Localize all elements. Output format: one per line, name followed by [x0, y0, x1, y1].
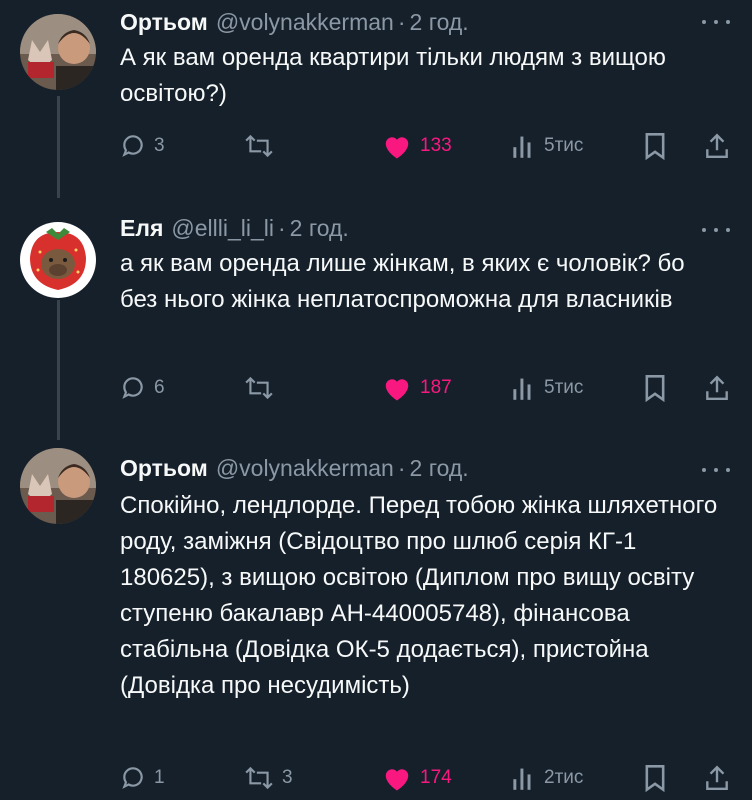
tweet-actions: 3 133 5тис: [120, 128, 732, 164]
reply-icon: [122, 377, 143, 399]
like-count: 174: [420, 767, 452, 788]
separator: ·: [397, 8, 406, 35]
bookmark-button[interactable]: [644, 370, 666, 406]
tweet-text: А як вам оренда квартири тільки людям з …: [120, 44, 666, 107]
heart-icon: [385, 769, 409, 791]
bookmark-button[interactable]: [644, 128, 666, 164]
retweet-count: 3: [282, 767, 293, 788]
reply-icon: [122, 767, 143, 789]
retweet-icon: [245, 376, 273, 400]
separator: ·: [397, 454, 406, 481]
avatar[interactable]: [20, 14, 96, 90]
share-icon: [706, 133, 728, 158]
author-name[interactable]: Ортьом: [120, 455, 208, 482]
views-icon: [513, 378, 531, 400]
reply-icon: [122, 135, 143, 157]
retweet-icon: [245, 134, 273, 158]
share-button[interactable]: [704, 370, 730, 406]
author-name[interactable]: Ортьом: [120, 9, 208, 36]
like-button[interactable]: 187: [382, 370, 452, 406]
avatar[interactable]: [20, 222, 96, 298]
reply-button[interactable]: 3: [120, 128, 165, 164]
more-icon[interactable]: [702, 460, 730, 480]
like-button[interactable]: 174: [382, 760, 452, 796]
share-icon: [706, 375, 728, 400]
bookmark-icon: [645, 133, 665, 160]
tweet-text: а як вам оренда лише жінкам, в яких є чо…: [120, 250, 685, 313]
avatar[interactable]: [20, 448, 96, 524]
reply-count: 3: [154, 135, 165, 156]
bookmark-icon: [645, 375, 665, 402]
bookmark-icon: [645, 765, 665, 792]
heart-icon: [385, 137, 409, 159]
timestamp[interactable]: 2 год.: [410, 9, 469, 36]
more-icon[interactable]: [702, 220, 730, 240]
views-icon: [513, 768, 531, 790]
views-button[interactable]: 2тис: [512, 760, 583, 796]
retweet-icon: [245, 766, 273, 790]
views-button[interactable]: 5тис: [512, 128, 583, 164]
like-button[interactable]: 133: [382, 128, 452, 164]
views-count: 5тис: [544, 377, 584, 398]
share-button[interactable]: [704, 760, 730, 796]
reply-button[interactable]: 1: [120, 760, 165, 796]
share-icon: [706, 765, 728, 790]
more-icon[interactable]: [702, 12, 730, 32]
share-button[interactable]: [704, 128, 730, 164]
timestamp[interactable]: 2 год.: [290, 215, 349, 242]
separator: ·: [277, 214, 286, 241]
reply-count: 6: [154, 377, 165, 398]
author-name[interactable]: Еля: [120, 215, 163, 242]
views-count: 2тис: [544, 767, 584, 788]
reply-button[interactable]: 6: [120, 370, 165, 406]
views-count: 5тис: [544, 135, 584, 156]
like-count: 187: [420, 377, 452, 398]
like-count: 133: [420, 135, 452, 156]
retweet-button[interactable]: [244, 128, 282, 164]
reply-count: 1: [154, 767, 165, 788]
tweet[interactable]: Еля @ellli_li_li · 2 год. а як вам оренд…: [0, 200, 752, 430]
author-handle[interactable]: @volynakkerman: [216, 9, 394, 36]
tweet-actions: 1 3 174 2тис: [120, 760, 732, 796]
retweet-button[interactable]: 3: [244, 760, 293, 796]
tweet[interactable]: Ортьом @volynakkerman · 2 год. Спокійно,…: [0, 430, 752, 800]
heart-icon: [385, 379, 409, 401]
views-icon: [513, 136, 531, 158]
tweet-actions: 6 187 5тис: [120, 370, 732, 406]
tweet-text: Спокійно, лендлорде. Перед тобою жінка ш…: [120, 492, 718, 699]
retweet-button[interactable]: [244, 370, 282, 406]
bookmark-button[interactable]: [644, 760, 666, 796]
author-handle[interactable]: @volynakkerman: [216, 455, 394, 482]
timestamp[interactable]: 2 год.: [410, 455, 469, 482]
author-handle[interactable]: @ellli_li_li: [171, 215, 274, 242]
tweet[interactable]: Ортьом @volynakkerman · 2 год. А як вам …: [0, 0, 752, 200]
views-button[interactable]: 5тис: [512, 370, 583, 406]
